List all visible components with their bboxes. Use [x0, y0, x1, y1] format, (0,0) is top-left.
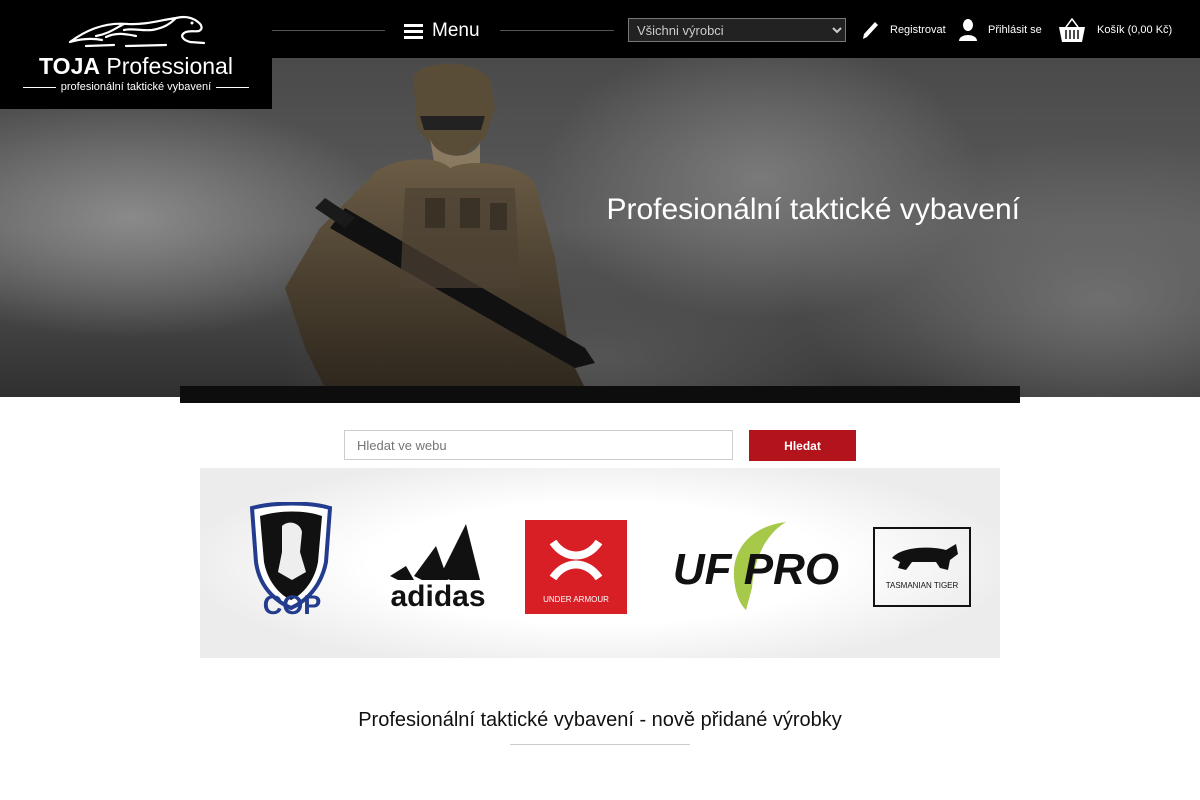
brand-logo-tasmanian-tiger-label: TASMANIAN TIGER [886, 581, 959, 590]
pencil-icon [863, 22, 878, 39]
section-title-new-products: Profesionální taktické vybavení - nově p… [358, 709, 842, 731]
menu-divider-right [500, 30, 614, 31]
search-input[interactable] [344, 430, 733, 460]
menu-label: Menu [432, 20, 480, 41]
brand-logo-cop-label: COP [263, 590, 322, 620]
register-label: Registrovat [890, 24, 946, 36]
manufacturer-select[interactable]: Všichni výrobci [628, 18, 846, 42]
section-divider [510, 744, 690, 745]
brand-logo-adidas-label: adidas [390, 580, 485, 610]
brand-logo-adidas[interactable]: adidas [376, 518, 500, 610]
hamburger-icon [404, 23, 423, 39]
brand-logo-tasmanian-tiger[interactable]: TASMANIAN TIGER [872, 526, 972, 608]
user-icon [959, 19, 977, 41]
brand-logo-uf-pro[interactable]: UF PRO [662, 518, 850, 614]
logo-title: TOJA Professional [39, 53, 233, 79]
menu-button[interactable]: Menu [404, 18, 480, 44]
cart-link[interactable]: Košík (0,00 Kč) [1057, 16, 1172, 44]
cart-label: Košík (0,00 Kč) [1097, 24, 1173, 36]
panther-icon [68, 15, 206, 48]
search-button[interactable]: Hledat [749, 430, 856, 461]
login-label: Přihlásit se [988, 24, 1042, 36]
logo-subtitle: profesionální taktické vybavení [60, 81, 212, 93]
brand-logo-under-armour[interactable]: UNDER ARMOUR [525, 520, 627, 614]
site-logo[interactable]: TOJA Professional profesionální taktické… [0, 0, 272, 109]
register-link[interactable]: Registrovat [860, 16, 946, 44]
brand-logo-uf-pro-label: UF PRO [673, 545, 839, 594]
brand-logo-under-armour-label: UNDER ARMOUR [543, 595, 609, 604]
hero-title: Profesionální taktické vybavení [606, 193, 1020, 226]
login-link[interactable]: Přihlásit se [958, 16, 1042, 44]
brand-logos-banner: COP adidas UNDER ARMOUR UF PRO TASMANIAN… [200, 468, 1000, 658]
menu-divider-left [272, 30, 385, 31]
brand-logo-cop[interactable]: COP [230, 502, 354, 620]
basket-icon [1059, 17, 1085, 42]
hero-bottom-strip [180, 386, 1020, 403]
